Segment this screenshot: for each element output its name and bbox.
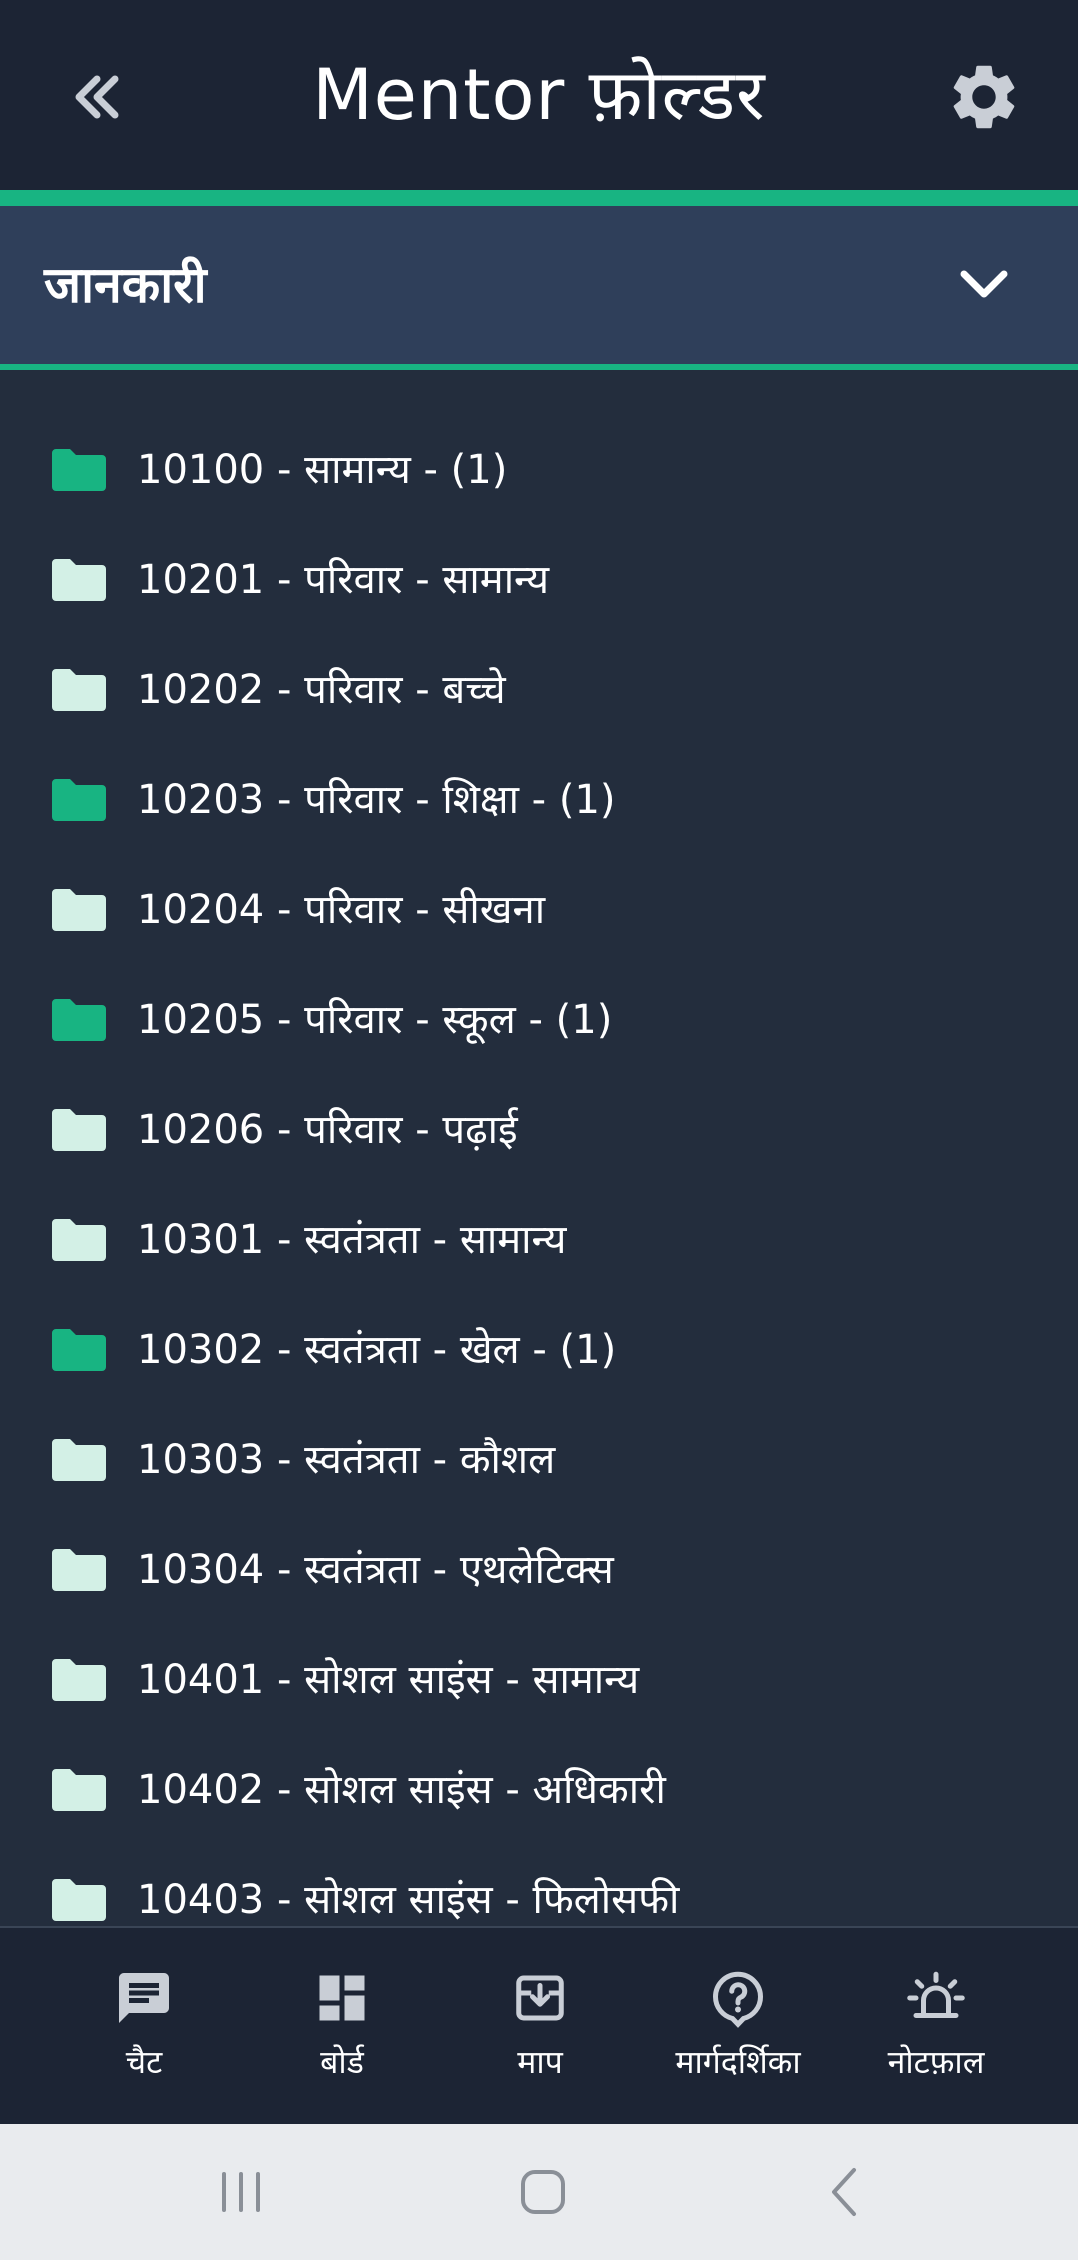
folder-label: 10204 - परिवार - सीखना [137,887,546,933]
accent-divider [0,190,1078,206]
folder-row[interactable]: 10403 - सोशल साइंस - फिलोसफी [0,1845,1078,1926]
top-app-bar: Mentor फ़ोल्डर [0,0,1078,190]
help-icon [712,1971,764,2028]
nav-label: मार्गदर्शिका [675,2043,801,2081]
folder-icon [52,1879,106,1921]
dashboard-icon [319,1975,365,2021]
folder-icon [52,889,106,931]
system-back-button[interactable] [810,2160,880,2224]
folder-row[interactable]: 10206 - परिवार - पढ़ाई [0,1075,1078,1185]
folder-row[interactable]: 10303 - स्वतंत्रता - कौशल [0,1405,1078,1515]
folder-label: 10205 - परिवार - स्कूल - (1) [137,997,613,1043]
folder-label: 10201 - परिवार - सामान्य [137,557,550,603]
settings-button[interactable] [945,58,1023,136]
folder-icon [52,1769,106,1811]
folder-label: 10304 - स्वतंत्रता - एथलेटिक्स [137,1547,614,1593]
folder-row[interactable]: 10201 - परिवार - सामान्य [0,525,1078,635]
folder-label: 10202 - परिवार - बच्चे [137,667,506,713]
section-header[interactable]: जानकारी [0,206,1078,364]
folder-row[interactable]: 10302 - स्वतंत्रता - खेल - (1) [0,1295,1078,1405]
nav-measure[interactable]: माप [440,1928,640,2126]
nav-chat[interactable]: चैट [44,1928,244,2126]
folder-row[interactable]: 10205 - परिवार - स्कूल - (1) [0,965,1078,1075]
nav-label: बोर्ड [320,2043,364,2081]
folder-label: 10403 - सोशल साइंस - फिलोसफी [137,1877,680,1923]
nav-label: नोटफ़ाल [887,2043,985,2081]
page-title: Mentor फ़ोल्डर [312,54,766,136]
folder-row[interactable]: 10202 - परिवार - बच्चे [0,635,1078,745]
folder-icon [52,449,106,491]
folder-row[interactable]: 10204 - परिवार - सीखना [0,855,1078,965]
folder-label: 10203 - परिवार - शिक्षा - (1) [137,777,616,823]
folder-icon [52,999,106,1041]
folder-list: 10100 - सामान्य - (1) 10201 - परिवार - सा… [0,370,1078,1926]
home-button[interactable] [508,2160,578,2224]
nav-label: चैट [125,2043,163,2081]
folder-label: 10401 - सोशल साइंस - सामान्य [137,1657,640,1703]
folder-icon [52,559,106,601]
recents-button[interactable] [206,2160,276,2224]
folder-label: 10206 - परिवार - पढ़ाई [137,1107,518,1153]
archive-icon [516,1975,564,2021]
alarm-light-icon [907,1971,965,2018]
folder-label: 10402 - सोशल साइंस - अधिकारी [137,1767,666,1813]
nav-alerts[interactable]: नोटफ़ाल [836,1928,1036,2126]
folder-label: 10100 - सामान्य - (1) [137,447,508,493]
back-icon [832,2168,856,2216]
folder-label: 10301 - स्वतंत्रता - सामान्य [137,1217,567,1263]
home-icon [521,2170,565,2214]
folder-row[interactable]: 10304 - स्वतंत्रता - एथलेटिक्स [0,1515,1078,1625]
nav-board[interactable]: बोर्ड [242,1928,442,2126]
chevron-down-icon[interactable] [952,252,1016,316]
gear-icon [953,65,1015,129]
folder-icon [52,1439,106,1481]
folder-icon [52,1109,106,1151]
folder-icon [52,1659,106,1701]
folder-icon [52,1329,106,1371]
folder-icon [52,1219,106,1261]
chat-icon [119,1973,169,2023]
folder-row[interactable]: 10402 - सोशल साइंस - अधिकारी [0,1735,1078,1845]
nav-guide[interactable]: मार्गदर्शिका [638,1928,838,2126]
folder-row[interactable]: 10301 - स्वतंत्रता - सामान्य [0,1185,1078,1295]
bottom-navigation: चैट बोर्ड माप मार्गदर्शिका नोटफ़ाल [0,1926,1078,2126]
folder-row[interactable]: 10401 - सोशल साइंस - सामान्य [0,1625,1078,1735]
folder-icon [52,669,106,711]
nav-label: माप [517,2043,563,2081]
folder-icon [52,1549,106,1591]
folder-label: 10303 - स्वतंत्रता - कौशल [137,1437,556,1483]
recents-icon [222,2172,260,2212]
folder-label: 10302 - स्वतंत्रता - खेल - (1) [137,1327,617,1373]
folder-row[interactable]: 10100 - सामान्य - (1) [0,415,1078,525]
section-title: जानकारी [44,256,207,314]
folder-row[interactable]: 10203 - परिवार - शिक्षा - (1) [0,745,1078,855]
system-navigation-bar [0,2124,1078,2260]
folder-icon [52,779,106,821]
